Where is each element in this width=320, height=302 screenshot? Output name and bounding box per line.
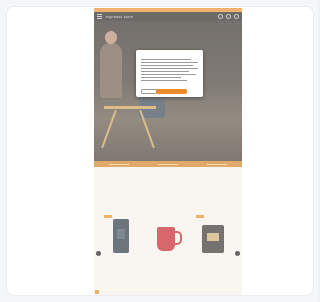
cookie-consent-modal: [136, 50, 203, 97]
reject-cookies-button[interactable]: [141, 89, 157, 94]
blur-overlay: [0, 0, 318, 302]
accept-cookies-button[interactable]: [156, 89, 187, 94]
